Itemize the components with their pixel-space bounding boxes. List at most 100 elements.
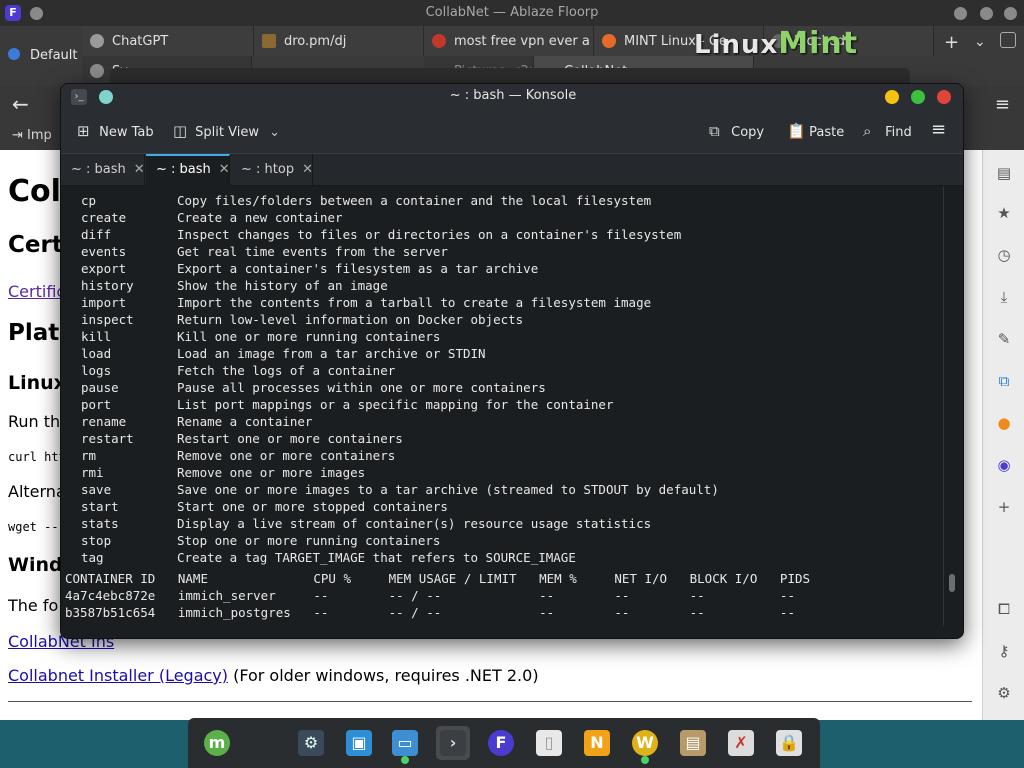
gear-icon[interactable]: ⚙ bbox=[995, 684, 1013, 702]
scrollbar-track[interactable] bbox=[943, 186, 944, 626]
hamburger-menu-icon[interactable]: ≡ bbox=[931, 119, 946, 140]
wget-command: wget -- bbox=[8, 520, 59, 534]
certificate-link[interactable]: Certific bbox=[8, 282, 65, 301]
settings-glyph: ⚙ bbox=[298, 730, 324, 756]
command-description: Stop one or more running containers bbox=[177, 533, 441, 548]
split-view-icon: ◫ bbox=[173, 122, 188, 140]
star-icon[interactable]: ★ bbox=[995, 204, 1013, 222]
taskbar-store-icon[interactable]: ▣ bbox=[342, 726, 376, 760]
command-name: export bbox=[81, 261, 127, 276]
browser-tab-vpn[interactable]: most free vpn ever a bbox=[424, 26, 594, 56]
command-description: Kill one or more running containers bbox=[177, 329, 441, 344]
find-button[interactable]: ⌕ Find bbox=[863, 122, 912, 140]
taskbar-files-icon[interactable]: ▭ bbox=[388, 726, 422, 764]
browser-tab-dropm[interactable]: dro.pm/dj bbox=[254, 26, 424, 56]
command-description: Remove one or more containers bbox=[177, 448, 396, 463]
command-description: Start one or more stopped containers bbox=[177, 499, 448, 514]
puzzle-icon[interactable]: ⧠ bbox=[995, 600, 1013, 618]
stats-row: b3587b51c654 immich_postgres -- -- / -- … bbox=[65, 605, 795, 620]
taskbar-notes-icon[interactable]: N bbox=[580, 726, 614, 760]
maximize-icon[interactable] bbox=[980, 7, 993, 20]
tab-label: ~ : bash bbox=[156, 162, 211, 177]
command-description: Inspect changes to files or directories … bbox=[177, 227, 682, 242]
terminal-tab-bash-2[interactable]: ~ : bash ✕ bbox=[146, 154, 230, 186]
legacy-installer-link[interactable]: Collabnet Installer (Legacy) bbox=[8, 666, 228, 685]
copy-button[interactable]: ⧉ Copy bbox=[709, 122, 764, 140]
close-icon[interactable] bbox=[1004, 7, 1017, 20]
split-view-button[interactable]: ◫ Split View ⌄ bbox=[173, 122, 280, 140]
site-icon bbox=[90, 64, 104, 78]
new-tab-button[interactable]: ⊞ New Tab bbox=[77, 122, 154, 140]
command-row: logs Fetch the logs of a container bbox=[81, 362, 395, 379]
terminal-tab-htop[interactable]: ~ : htop ✕ bbox=[231, 154, 313, 186]
panel-icon[interactable]: ▤ bbox=[995, 164, 1013, 182]
command-name: diff bbox=[81, 227, 112, 242]
taskbar-w-app-icon[interactable]: W bbox=[628, 726, 662, 764]
command-description: Show the history of an image bbox=[177, 278, 388, 293]
profile-switcher[interactable]: Default bbox=[8, 48, 78, 63]
command-name: rm bbox=[81, 448, 97, 463]
minimize-icon[interactable] bbox=[954, 7, 967, 20]
command-name: load bbox=[81, 346, 112, 361]
logo-linux-text: Linux bbox=[694, 30, 779, 60]
extension-icon[interactable]: ● bbox=[995, 414, 1013, 432]
following-text: The fo bbox=[8, 596, 59, 615]
vpn-site-icon bbox=[432, 34, 446, 48]
taskbar-floorp-icon[interactable]: F bbox=[484, 726, 518, 760]
paste-button[interactable]: 📋 Paste bbox=[787, 122, 844, 140]
paste-icon: 📋 bbox=[787, 122, 806, 140]
command-name: rmi bbox=[81, 465, 104, 480]
new-tab-plus-icon[interactable]: + bbox=[944, 32, 959, 53]
taskbar-document-icon[interactable]: ▯ bbox=[532, 726, 566, 760]
command-row: port List port mappings or a specific map… bbox=[81, 396, 614, 413]
download-icon[interactable]: ⤓ bbox=[995, 288, 1013, 306]
edit-pencil-icon[interactable]: ✎ bbox=[995, 330, 1013, 348]
add-panel-plus-icon[interactable]: + bbox=[995, 498, 1013, 516]
tab-label: ~ : bash bbox=[71, 162, 126, 177]
close-tab-icon[interactable]: ✕ bbox=[219, 162, 230, 177]
hamburger-menu-icon[interactable]: ≡ bbox=[995, 94, 1010, 115]
import-button[interactable]: ⇥ Imp bbox=[12, 128, 52, 143]
terminal-glyph: › bbox=[440, 730, 466, 756]
key-icon[interactable]: ⚷ bbox=[995, 642, 1013, 660]
command-row: start Start one or more stopped container… bbox=[81, 498, 448, 515]
copy-icon: ⧉ bbox=[709, 122, 720, 140]
taskbar-mint-menu-icon[interactable]: m bbox=[200, 726, 234, 760]
taskbar-archive-icon[interactable]: ▤ bbox=[676, 726, 710, 760]
taskbar-terminal-icon[interactable]: › bbox=[436, 726, 470, 760]
tab-label: ChatGPT bbox=[112, 34, 169, 49]
command-name: kill bbox=[81, 329, 112, 344]
konsole-window: ›_ ~ : bash — Konsole ⊞ New Tab ◫ Split … bbox=[60, 83, 964, 639]
command-name: stats bbox=[81, 516, 119, 531]
history-clock-icon[interactable]: ◷ bbox=[995, 246, 1013, 264]
command-description: Pause all processes within one or more c… bbox=[177, 380, 546, 395]
taskbar-settings-icon[interactable]: ⚙ bbox=[294, 726, 328, 760]
konsole-window-title: ~ : bash — Konsole bbox=[449, 88, 577, 103]
command-name: save bbox=[81, 482, 112, 497]
close-tab-icon[interactable]: ✕ bbox=[302, 162, 313, 177]
close-tab-icon[interactable]: ✕ bbox=[134, 162, 145, 177]
command-name: rename bbox=[81, 414, 127, 429]
command-name: cp bbox=[81, 193, 97, 208]
taskbar-x-tool-icon[interactable]: ✗ bbox=[724, 726, 758, 760]
scrollbar-thumb[interactable] bbox=[949, 574, 955, 592]
legacy-installer-line: Collabnet Installer (Legacy) (For older … bbox=[8, 666, 539, 685]
command-row: events Get real time events from the serv… bbox=[81, 243, 448, 260]
floorp-icon[interactable]: ◉ bbox=[995, 456, 1013, 474]
back-arrow-icon[interactable]: ← bbox=[12, 92, 29, 116]
maximize-icon[interactable] bbox=[911, 90, 925, 104]
minimize-icon[interactable] bbox=[885, 90, 899, 104]
translate-icon[interactable]: ⧉ bbox=[995, 372, 1013, 390]
browser-tab-chatgpt[interactable]: ChatGPT bbox=[82, 26, 254, 56]
terminal-tab-bash-1[interactable]: ~ : bash ✕ bbox=[61, 154, 145, 186]
firefox-icon bbox=[602, 34, 616, 48]
sidebar-toggle-icon[interactable] bbox=[1000, 32, 1016, 48]
taskbar-lock-icon[interactable]: 🔒 bbox=[772, 726, 806, 760]
command-row: import Import the contents from a tarball… bbox=[81, 294, 651, 311]
close-icon[interactable] bbox=[937, 90, 951, 104]
terminal-output[interactable]: cp Copy files/folders between a container… bbox=[61, 186, 963, 638]
store-glyph: ▣ bbox=[346, 730, 372, 756]
command-row: rmi Remove one or more images bbox=[81, 464, 365, 481]
copy-label: Copy bbox=[731, 125, 765, 140]
chevron-down-icon[interactable]: ⌄ bbox=[974, 34, 986, 50]
